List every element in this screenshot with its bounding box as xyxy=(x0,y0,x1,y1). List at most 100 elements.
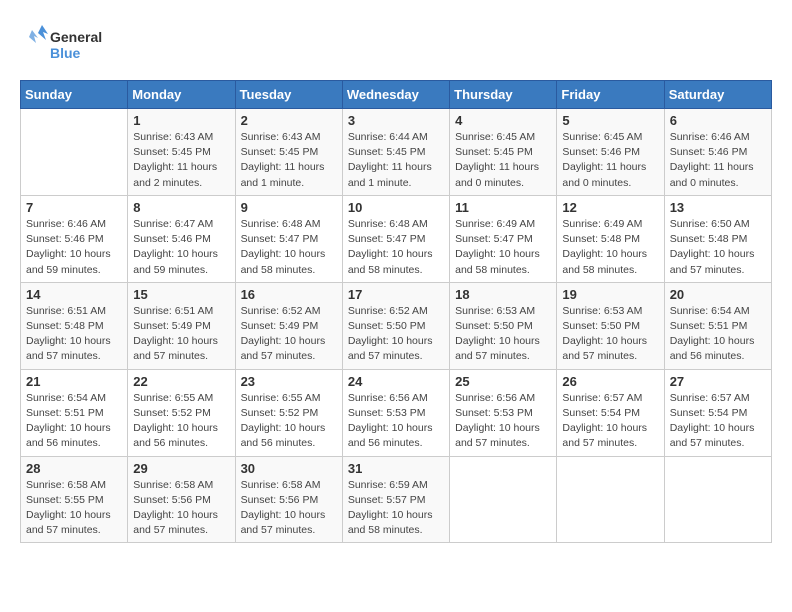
calendar-cell: 25 Sunrise: 6:56 AM Sunset: 5:53 PM Dayli… xyxy=(450,369,557,456)
calendar-cell: 1 Sunrise: 6:43 AM Sunset: 5:45 PM Daylig… xyxy=(128,109,235,196)
day-number: 15 xyxy=(133,287,229,302)
svg-text:General: General xyxy=(50,29,102,45)
calendar-week-1: 1 Sunrise: 6:43 AM Sunset: 5:45 PM Daylig… xyxy=(21,109,772,196)
header-row: SundayMondayTuesdayWednesdayThursdayFrid… xyxy=(21,81,772,109)
day-header-friday: Friday xyxy=(557,81,664,109)
calendar-cell xyxy=(21,109,128,196)
day-info: Sunrise: 6:59 AM Sunset: 5:57 PM Dayligh… xyxy=(348,478,444,539)
day-info: Sunrise: 6:53 AM Sunset: 5:50 PM Dayligh… xyxy=(562,304,658,365)
day-info: Sunrise: 6:49 AM Sunset: 5:48 PM Dayligh… xyxy=(562,217,658,278)
svg-text:Blue: Blue xyxy=(50,45,81,61)
day-number: 10 xyxy=(348,200,444,215)
day-number: 6 xyxy=(670,113,766,128)
calendar-cell: 31 Sunrise: 6:59 AM Sunset: 5:57 PM Dayli… xyxy=(342,456,449,543)
day-info: Sunrise: 6:44 AM Sunset: 5:45 PM Dayligh… xyxy=(348,130,444,191)
calendar-cell: 26 Sunrise: 6:57 AM Sunset: 5:54 PM Dayli… xyxy=(557,369,664,456)
calendar-cell: 15 Sunrise: 6:51 AM Sunset: 5:49 PM Dayli… xyxy=(128,282,235,369)
day-info: Sunrise: 6:58 AM Sunset: 5:56 PM Dayligh… xyxy=(133,478,229,539)
day-info: Sunrise: 6:54 AM Sunset: 5:51 PM Dayligh… xyxy=(670,304,766,365)
day-number: 7 xyxy=(26,200,122,215)
day-number: 4 xyxy=(455,113,551,128)
day-info: Sunrise: 6:58 AM Sunset: 5:55 PM Dayligh… xyxy=(26,478,122,539)
calendar-cell: 9 Sunrise: 6:48 AM Sunset: 5:47 PM Daylig… xyxy=(235,195,342,282)
day-info: Sunrise: 6:51 AM Sunset: 5:49 PM Dayligh… xyxy=(133,304,229,365)
day-info: Sunrise: 6:56 AM Sunset: 5:53 PM Dayligh… xyxy=(455,391,551,452)
day-number: 16 xyxy=(241,287,337,302)
calendar-cell: 19 Sunrise: 6:53 AM Sunset: 5:50 PM Dayli… xyxy=(557,282,664,369)
calendar-cell: 18 Sunrise: 6:53 AM Sunset: 5:50 PM Dayli… xyxy=(450,282,557,369)
day-number: 18 xyxy=(455,287,551,302)
day-number: 19 xyxy=(562,287,658,302)
day-info: Sunrise: 6:53 AM Sunset: 5:50 PM Dayligh… xyxy=(455,304,551,365)
day-info: Sunrise: 6:52 AM Sunset: 5:49 PM Dayligh… xyxy=(241,304,337,365)
day-number: 1 xyxy=(133,113,229,128)
day-header-sunday: Sunday xyxy=(21,81,128,109)
day-header-saturday: Saturday xyxy=(664,81,771,109)
day-number: 5 xyxy=(562,113,658,128)
day-number: 28 xyxy=(26,461,122,476)
calendar-cell: 3Sunrise: 6:44 AM Sunset: 5:45 PM Daylig… xyxy=(342,109,449,196)
day-info: Sunrise: 6:46 AM Sunset: 5:46 PM Dayligh… xyxy=(26,217,122,278)
day-info: Sunrise: 6:46 AM Sunset: 5:46 PM Dayligh… xyxy=(670,130,766,191)
day-number: 14 xyxy=(26,287,122,302)
day-info: Sunrise: 6:43 AM Sunset: 5:45 PM Dayligh… xyxy=(241,130,337,191)
calendar-week-2: 7 Sunrise: 6:46 AM Sunset: 5:46 PM Daylig… xyxy=(21,195,772,282)
calendar-cell: 6 Sunrise: 6:46 AM Sunset: 5:46 PM Daylig… xyxy=(664,109,771,196)
calendar-cell: 13 Sunrise: 6:50 AM Sunset: 5:48 PM Dayli… xyxy=(664,195,771,282)
calendar-cell xyxy=(450,456,557,543)
calendar-cell: 5Sunrise: 6:45 AM Sunset: 5:46 PM Daylig… xyxy=(557,109,664,196)
day-number: 21 xyxy=(26,374,122,389)
day-info: Sunrise: 6:43 AM Sunset: 5:45 PM Dayligh… xyxy=(133,130,229,191)
day-info: Sunrise: 6:48 AM Sunset: 5:47 PM Dayligh… xyxy=(348,217,444,278)
day-number: 29 xyxy=(133,461,229,476)
day-number: 23 xyxy=(241,374,337,389)
day-info: Sunrise: 6:57 AM Sunset: 5:54 PM Dayligh… xyxy=(562,391,658,452)
day-number: 31 xyxy=(348,461,444,476)
calendar-cell: 22 Sunrise: 6:55 AM Sunset: 5:52 PM Dayli… xyxy=(128,369,235,456)
day-number: 26 xyxy=(562,374,658,389)
day-number: 25 xyxy=(455,374,551,389)
day-info: Sunrise: 6:54 AM Sunset: 5:51 PM Dayligh… xyxy=(26,391,122,452)
day-info: Sunrise: 6:45 AM Sunset: 5:45 PM Dayligh… xyxy=(455,130,551,191)
day-number: 13 xyxy=(670,200,766,215)
day-info: Sunrise: 6:57 AM Sunset: 5:54 PM Dayligh… xyxy=(670,391,766,452)
day-number: 27 xyxy=(670,374,766,389)
calendar-cell: 12Sunrise: 6:49 AM Sunset: 5:48 PM Dayli… xyxy=(557,195,664,282)
calendar-week-4: 21 Sunrise: 6:54 AM Sunset: 5:51 PM Dayli… xyxy=(21,369,772,456)
calendar-cell: 27 Sunrise: 6:57 AM Sunset: 5:54 PM Dayli… xyxy=(664,369,771,456)
page-header: General Blue xyxy=(20,20,772,70)
calendar-cell: 4 Sunrise: 6:45 AM Sunset: 5:45 PM Daylig… xyxy=(450,109,557,196)
logo: General Blue xyxy=(20,20,110,70)
calendar-cell: 7 Sunrise: 6:46 AM Sunset: 5:46 PM Daylig… xyxy=(21,195,128,282)
day-info: Sunrise: 6:48 AM Sunset: 5:47 PM Dayligh… xyxy=(241,217,337,278)
day-number: 9 xyxy=(241,200,337,215)
calendar-cell: 14 Sunrise: 6:51 AM Sunset: 5:48 PM Dayli… xyxy=(21,282,128,369)
calendar-week-3: 14 Sunrise: 6:51 AM Sunset: 5:48 PM Dayli… xyxy=(21,282,772,369)
day-number: 22 xyxy=(133,374,229,389)
calendar-cell: 23 Sunrise: 6:55 AM Sunset: 5:52 PM Dayli… xyxy=(235,369,342,456)
day-number: 24 xyxy=(348,374,444,389)
calendar-cell: 30 Sunrise: 6:58 AM Sunset: 5:56 PM Dayli… xyxy=(235,456,342,543)
calendar-cell: 2 Sunrise: 6:43 AM Sunset: 5:45 PM Daylig… xyxy=(235,109,342,196)
day-info: Sunrise: 6:52 AM Sunset: 5:50 PM Dayligh… xyxy=(348,304,444,365)
day-header-wednesday: Wednesday xyxy=(342,81,449,109)
day-header-tuesday: Tuesday xyxy=(235,81,342,109)
day-info: Sunrise: 6:47 AM Sunset: 5:46 PM Dayligh… xyxy=(133,217,229,278)
calendar-cell: 11Sunrise: 6:49 AM Sunset: 5:47 PM Dayli… xyxy=(450,195,557,282)
day-info: Sunrise: 6:58 AM Sunset: 5:56 PM Dayligh… xyxy=(241,478,337,539)
calendar-cell xyxy=(557,456,664,543)
day-info: Sunrise: 6:55 AM Sunset: 5:52 PM Dayligh… xyxy=(241,391,337,452)
day-info: Sunrise: 6:55 AM Sunset: 5:52 PM Dayligh… xyxy=(133,391,229,452)
calendar-cell: 16 Sunrise: 6:52 AM Sunset: 5:49 PM Dayli… xyxy=(235,282,342,369)
calendar-week-5: 28 Sunrise: 6:58 AM Sunset: 5:55 PM Dayli… xyxy=(21,456,772,543)
day-info: Sunrise: 6:50 AM Sunset: 5:48 PM Dayligh… xyxy=(670,217,766,278)
calendar-cell: 8Sunrise: 6:47 AM Sunset: 5:46 PM Daylig… xyxy=(128,195,235,282)
calendar-cell: 10 Sunrise: 6:48 AM Sunset: 5:47 PM Dayli… xyxy=(342,195,449,282)
day-number: 2 xyxy=(241,113,337,128)
calendar-cell: 20 Sunrise: 6:54 AM Sunset: 5:51 PM Dayli… xyxy=(664,282,771,369)
day-number: 20 xyxy=(670,287,766,302)
calendar-cell: 17Sunrise: 6:52 AM Sunset: 5:50 PM Dayli… xyxy=(342,282,449,369)
day-info: Sunrise: 6:56 AM Sunset: 5:53 PM Dayligh… xyxy=(348,391,444,452)
day-number: 30 xyxy=(241,461,337,476)
day-info: Sunrise: 6:51 AM Sunset: 5:48 PM Dayligh… xyxy=(26,304,122,365)
